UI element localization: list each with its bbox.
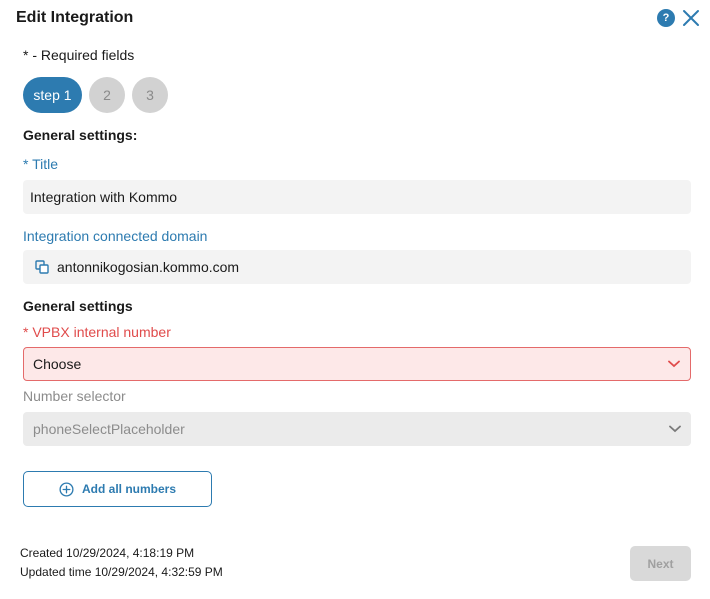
copy-icon[interactable] — [35, 260, 49, 274]
number-select-placeholder: phoneSelectPlaceholder — [33, 421, 185, 437]
domain-field: antonnikogosian.kommo.com — [23, 250, 691, 284]
chevron-down-icon — [669, 425, 681, 433]
general-settings-heading-2: General settings — [23, 298, 133, 314]
dialog-title: Edit Integration — [16, 9, 134, 26]
required-fields-note: * - Required fields — [23, 47, 135, 63]
title-input-value: Integration with Kommo — [30, 189, 178, 205]
number-selector-label: Number selector — [23, 388, 126, 404]
vpbx-select-value: Choose — [33, 356, 82, 372]
step-1-button[interactable]: step 1 — [23, 77, 82, 113]
plus-circle-icon — [59, 481, 74, 497]
created-timestamp: Created 10/29/2024, 4:18:19 PM — [20, 546, 195, 560]
domain-value: antonnikogosian.kommo.com — [57, 259, 240, 275]
general-settings-heading: General settings: — [23, 127, 138, 143]
vpbx-select[interactable]: Choose — [23, 347, 691, 381]
step-2-button[interactable]: 2 — [89, 77, 125, 113]
chevron-down-icon — [668, 360, 680, 368]
title-input[interactable]: Integration with Kommo — [23, 180, 691, 214]
title-label: * Title — [23, 156, 59, 172]
vpbx-label: * VPBX internal number — [23, 324, 171, 340]
next-button[interactable]: Next — [630, 546, 691, 581]
domain-label: Integration connected domain — [23, 228, 208, 244]
close-icon[interactable] — [682, 9, 700, 27]
step-3-button[interactable]: 3 — [132, 77, 168, 113]
help-icon[interactable]: ? — [657, 9, 675, 27]
add-all-numbers-label: Add all numbers — [81, 482, 176, 496]
add-all-numbers-button[interactable]: Add all numbers — [23, 471, 212, 507]
updated-timestamp: Updated time 10/29/2024, 4:32:59 PM — [20, 565, 223, 579]
number-select[interactable]: phoneSelectPlaceholder — [23, 412, 691, 446]
